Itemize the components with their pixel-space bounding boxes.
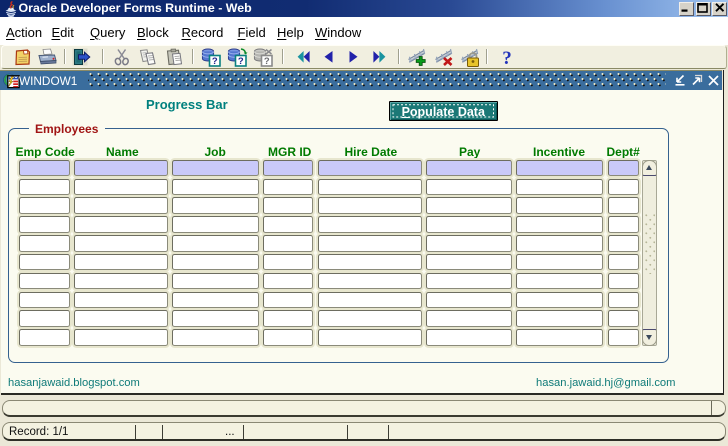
svg-text:?: ?: [212, 56, 218, 67]
svg-text:?: ?: [264, 56, 270, 67]
svg-text:?: ?: [502, 48, 512, 67]
svg-text:?: ?: [238, 56, 244, 67]
